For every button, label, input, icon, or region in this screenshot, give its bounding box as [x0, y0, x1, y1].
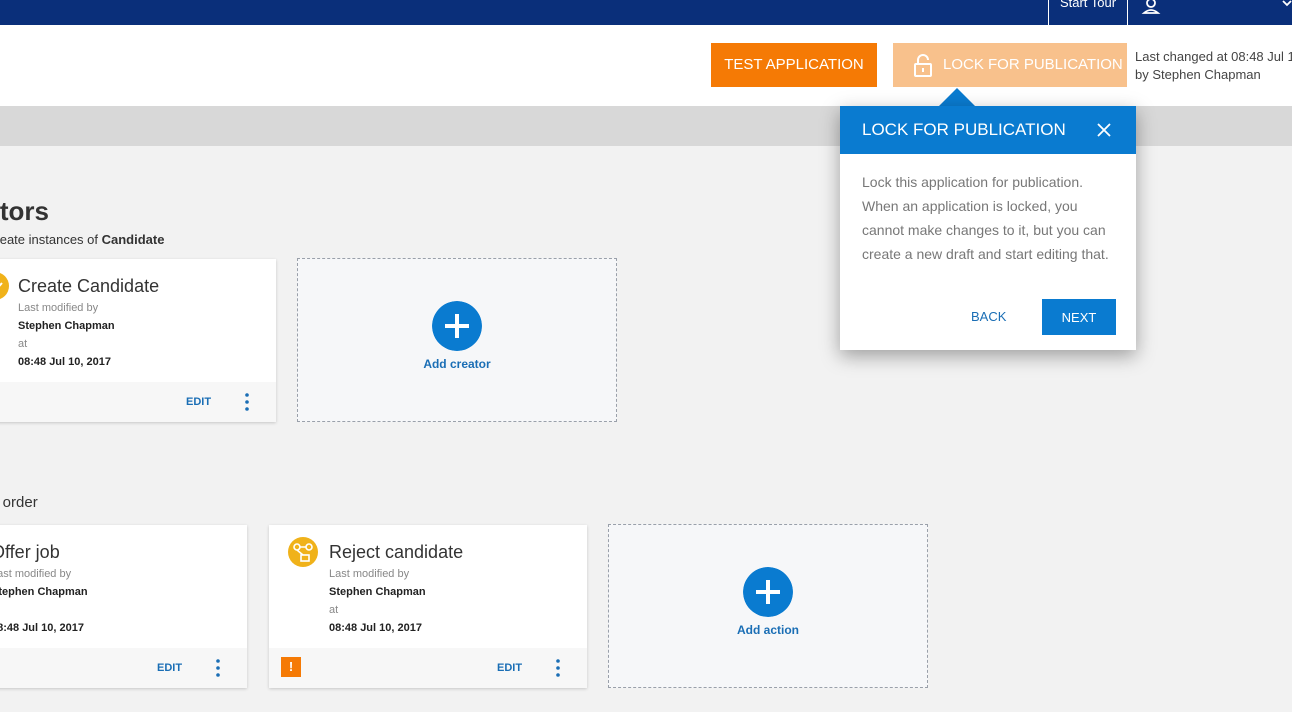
modified-by: Stephen Chapman: [329, 586, 426, 598]
action-card: Reject candidate Last modified by Stephe…: [269, 525, 587, 688]
card-footer: ! EDIT: [269, 648, 587, 688]
lock-button-label: LOCK FOR PUBLICATION: [943, 56, 1123, 73]
card-footer: EDIT: [0, 382, 276, 422]
more-options-icon[interactable]: [244, 393, 250, 411]
action-card-title[interactable]: Offer job: [0, 542, 60, 563]
card-footer: EDIT: [0, 648, 247, 688]
popover-text: Lock this application for publication. W…: [862, 174, 1109, 262]
top-nav-bar: Start Tour: [0, 0, 1292, 25]
modified-label: Last modified by: [18, 302, 99, 314]
action-card-title[interactable]: Reject candidate: [329, 542, 463, 563]
edit-button[interactable]: EDIT: [186, 396, 211, 408]
creator-card-title[interactable]: Create Candidate: [18, 276, 159, 297]
modified-at: 08:48 Jul 10, 2017: [0, 622, 84, 634]
more-options-icon[interactable]: [215, 659, 221, 677]
app-header: TEST APPLICATION LOCK FOR PUBLICATION La…: [0, 25, 1292, 106]
modified-label: Last modified by: [0, 568, 72, 580]
lock-publication-popover: LOCK FOR PUBLICATION Lock this applicati…: [840, 106, 1136, 350]
warning-icon[interactable]: !: [281, 657, 301, 677]
add-creator-label[interactable]: Add creator: [298, 357, 616, 371]
test-application-button[interactable]: TEST APPLICATION: [711, 43, 877, 87]
start-tour-label: Start Tour: [1059, 0, 1117, 10]
at-label: at: [329, 604, 339, 616]
popover-arrow: [939, 88, 975, 106]
user-icon[interactable]: [1141, 0, 1161, 14]
action-card: Offer job Last modified by Stephen Chapm…: [0, 525, 247, 688]
entity-name: Candidate: [101, 232, 165, 247]
popover-header: LOCK FOR PUBLICATION: [840, 106, 1136, 154]
workflow-icon: [288, 537, 318, 567]
plus-icon[interactable]: [432, 301, 482, 351]
footer-strip: [0, 712, 1292, 722]
add-action-tile[interactable]: Add action: [608, 524, 928, 688]
modified-label: Last modified by: [329, 568, 410, 580]
modified-at: 08:48 Jul 10, 2017: [18, 356, 111, 368]
modified-at: 08:48 Jul 10, 2017: [329, 622, 422, 634]
creators-section-title: Creators: [0, 196, 49, 226]
modified-by: Stephen Chapman: [18, 320, 115, 332]
modified-by: Stephen Chapman: [0, 586, 88, 598]
creator-icon: [0, 272, 9, 300]
popover-title: LOCK FOR PUBLICATION: [862, 120, 1066, 139]
start-tour-button[interactable]: Start Tour: [1048, 0, 1128, 25]
last-changed-info: Last changed at 08:48 Jul 10, 2017 by St…: [1135, 48, 1292, 84]
creator-card: Create Candidate Last modified by Stephe…: [0, 259, 276, 422]
plus-icon[interactable]: [743, 567, 793, 617]
edit-button[interactable]: EDIT: [157, 662, 182, 674]
last-changed-line: Last changed at 08:48 Jul 10, 2017: [1135, 49, 1292, 64]
edit-button[interactable]: EDIT: [497, 662, 522, 674]
more-options-icon[interactable]: [555, 659, 561, 677]
back-button[interactable]: BACK: [971, 309, 1006, 324]
last-changed-by: by Stephen Chapman: [1135, 67, 1261, 82]
add-creator-tile[interactable]: Add creator: [297, 258, 617, 422]
lock-icon: [914, 54, 932, 77]
lock-for-publication-button[interactable]: LOCK FOR PUBLICATION: [893, 43, 1127, 87]
creators-section-subtitle: Create instances of Candidate: [0, 232, 165, 247]
add-action-label[interactable]: Add action: [609, 623, 927, 637]
chevron-down-icon[interactable]: [1282, 0, 1292, 8]
next-button[interactable]: NEXT: [1042, 299, 1116, 335]
close-icon[interactable]: [1096, 122, 1112, 138]
sort-order-label: Sort order: [0, 494, 38, 511]
at-label: at: [18, 338, 28, 350]
